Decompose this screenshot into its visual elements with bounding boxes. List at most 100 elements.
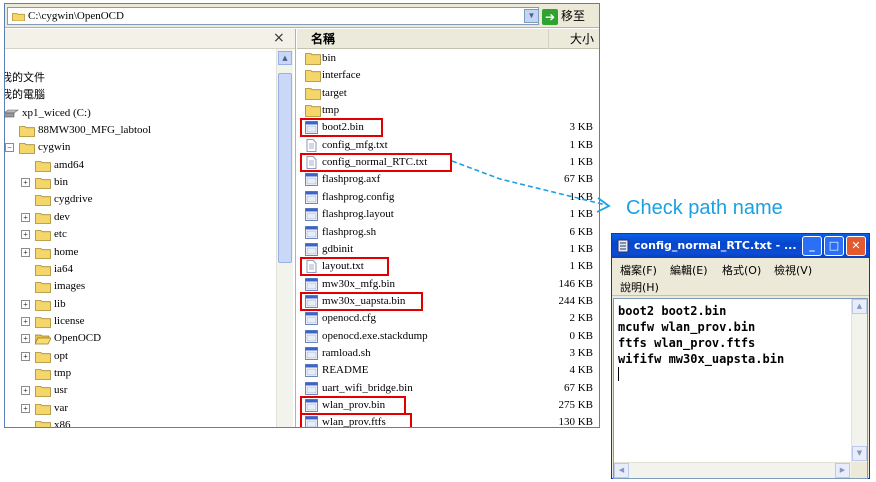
tree-item[interactable]: x86	[5, 417, 275, 427]
tree-item[interactable]: 我的電腦	[5, 87, 275, 104]
file-row[interactable]: README 4 KB	[297, 362, 599, 379]
highlight-box	[300, 291, 423, 311]
tree-item[interactable]: + home	[5, 244, 275, 261]
tree-item[interactable]: xp1_wiced (C:)	[5, 105, 275, 122]
folder-icon	[19, 126, 35, 137]
collapse-icon[interactable]: −	[5, 143, 14, 153]
file-row[interactable]: uart_wifi_bridge.bin 67 KB	[297, 380, 599, 397]
file-size: 3 KB	[569, 121, 593, 134]
menu-help[interactable]: 說明(H)	[620, 279, 659, 295]
file-name: openocd.cfg	[322, 312, 377, 325]
menu-edit[interactable]: 編輯(E)	[670, 262, 708, 278]
expand-icon[interactable]: +	[21, 299, 30, 309]
close-icon[interactable]: ×	[273, 30, 287, 46]
tree-item[interactable]: + license	[5, 313, 275, 330]
tree-item[interactable]: + opt	[5, 348, 275, 365]
tree-scrollbar[interactable]: ▲	[276, 49, 293, 427]
text-caret	[618, 367, 619, 381]
tree-item-label: cygwin	[38, 141, 71, 154]
expand-icon[interactable]: +	[21, 178, 30, 188]
file-row[interactable]: target	[297, 85, 599, 102]
file-row[interactable]: tmp	[297, 102, 599, 119]
file-row[interactable]: flashprog.sh 6 KB	[297, 224, 599, 241]
scroll-left-icon[interactable]: ◀	[614, 463, 629, 478]
file-row[interactable]: flashprog.layout 1 KB	[297, 206, 599, 223]
generic-file-icon	[305, 364, 318, 378]
tree-item[interactable]: + usr	[5, 382, 275, 399]
highlight-box	[300, 153, 452, 173]
tree-item[interactable]: + var	[5, 400, 275, 417]
folder-icon	[35, 195, 51, 207]
file-size: 67 KB	[563, 173, 593, 186]
callout-label: Check path name	[626, 197, 783, 219]
tree-item[interactable]: images	[5, 278, 275, 295]
tree-item[interactable]: + OpenOCD	[5, 330, 275, 347]
file-row[interactable]: mw30x_mfg.bin 146 KB	[297, 276, 599, 293]
file-row[interactable]: bin	[297, 50, 599, 67]
tree-item-label: license	[54, 314, 85, 327]
column-size-header[interactable]: 大小	[548, 29, 594, 49]
file-name: flashprog.sh	[322, 225, 377, 238]
expand-icon[interactable]: +	[21, 386, 30, 396]
file-size: 0 KB	[569, 329, 593, 342]
tree-item[interactable]: ia64	[5, 261, 275, 278]
expand-icon[interactable]: +	[21, 230, 30, 240]
file-name: uart_wifi_bridge.bin	[322, 381, 413, 394]
tree-item[interactable]: − cygwin	[5, 139, 275, 156]
notepad-text-area[interactable]: boot2 boot2.bin mcufw wlan_prov.bin ftfs w…	[613, 298, 868, 479]
menu-format[interactable]: 格式(O)	[722, 262, 761, 278]
minimize-button[interactable]: _	[802, 236, 822, 256]
expand-icon[interactable]: +	[21, 316, 30, 326]
file-size: 1 KB	[569, 138, 593, 151]
tree-item[interactable]: + bin	[5, 174, 275, 191]
maximize-button[interactable]: □	[824, 236, 844, 256]
notepad-window: config_normal_RTC.txt - ... _ □ ✕ 檔案(F) …	[611, 233, 870, 479]
expand-icon[interactable]: +	[21, 247, 30, 257]
tree-item-label: amd64	[54, 158, 84, 171]
file-row[interactable]: ramload.sh 3 KB	[297, 345, 599, 362]
tree-item-label: xp1_wiced (C:)	[22, 106, 91, 119]
expand-icon[interactable]: +	[21, 403, 30, 413]
drive-icon	[5, 109, 19, 117]
file-row[interactable]: interface	[297, 67, 599, 84]
tree-item[interactable]: + dev	[5, 209, 275, 226]
scroll-thumb[interactable]	[278, 73, 292, 263]
file-row[interactable]: flashprog.axf 67 KB	[297, 171, 599, 188]
tree-item[interactable]: amd64	[5, 157, 275, 174]
generic-file-icon	[305, 242, 318, 256]
file-size: 275 KB	[558, 399, 593, 411]
file-row[interactable]: openocd.cfg 2 KB	[297, 310, 599, 327]
expand-icon[interactable]: +	[21, 334, 30, 344]
expand-icon[interactable]: +	[21, 212, 30, 222]
folder-icon	[12, 13, 25, 21]
close-button[interactable]: ✕	[846, 236, 866, 256]
notepad-vscrollbar[interactable]: ▲ ▼	[851, 299, 867, 462]
scroll-down-icon[interactable]: ▼	[852, 446, 867, 461]
file-size: 146 KB	[558, 277, 593, 290]
tree-item[interactable]: + etc	[5, 226, 275, 243]
file-row[interactable]: config_mfg.txt 1 KB	[297, 137, 599, 154]
file-row[interactable]: openocd.exe.stackdump 0 KB	[297, 328, 599, 345]
scroll-up-icon[interactable]: ▲	[278, 51, 292, 65]
expand-icon[interactable]: +	[21, 351, 30, 361]
file-row[interactable]: flashprog.config 1 KB	[297, 189, 599, 206]
notepad-line: boot2 boot2.bin	[618, 304, 727, 318]
scroll-right-icon[interactable]: ▶	[835, 463, 850, 478]
tree-item[interactable]: cygdrive	[5, 191, 275, 208]
scroll-up-icon[interactable]: ▲	[852, 299, 867, 314]
tree-item[interactable]: 我的文件	[5, 70, 275, 87]
address-input[interactable]: C:\cygwin\OpenOCD ▼	[7, 7, 539, 25]
go-button[interactable]: ➔ 移至	[542, 7, 597, 25]
generic-file-icon	[305, 190, 318, 204]
menu-file[interactable]: 檔案(F)	[620, 262, 657, 278]
tree-item[interactable]: + lib	[5, 296, 275, 313]
folder-icon	[35, 403, 51, 415]
column-name-header[interactable]: 名稱	[311, 29, 335, 49]
menu-view[interactable]: 檢視(V)	[774, 262, 812, 278]
folder-icon	[305, 53, 321, 65]
chevron-down-icon[interactable]: ▼	[524, 9, 539, 23]
notepad-hscrollbar[interactable]: ◀ ▶	[614, 462, 851, 478]
file-row[interactable]: gdbinit 1 KB	[297, 241, 599, 258]
tree-item[interactable]: tmp	[5, 365, 275, 382]
tree-item[interactable]: 88MW300_MFG_labtool	[5, 122, 275, 139]
